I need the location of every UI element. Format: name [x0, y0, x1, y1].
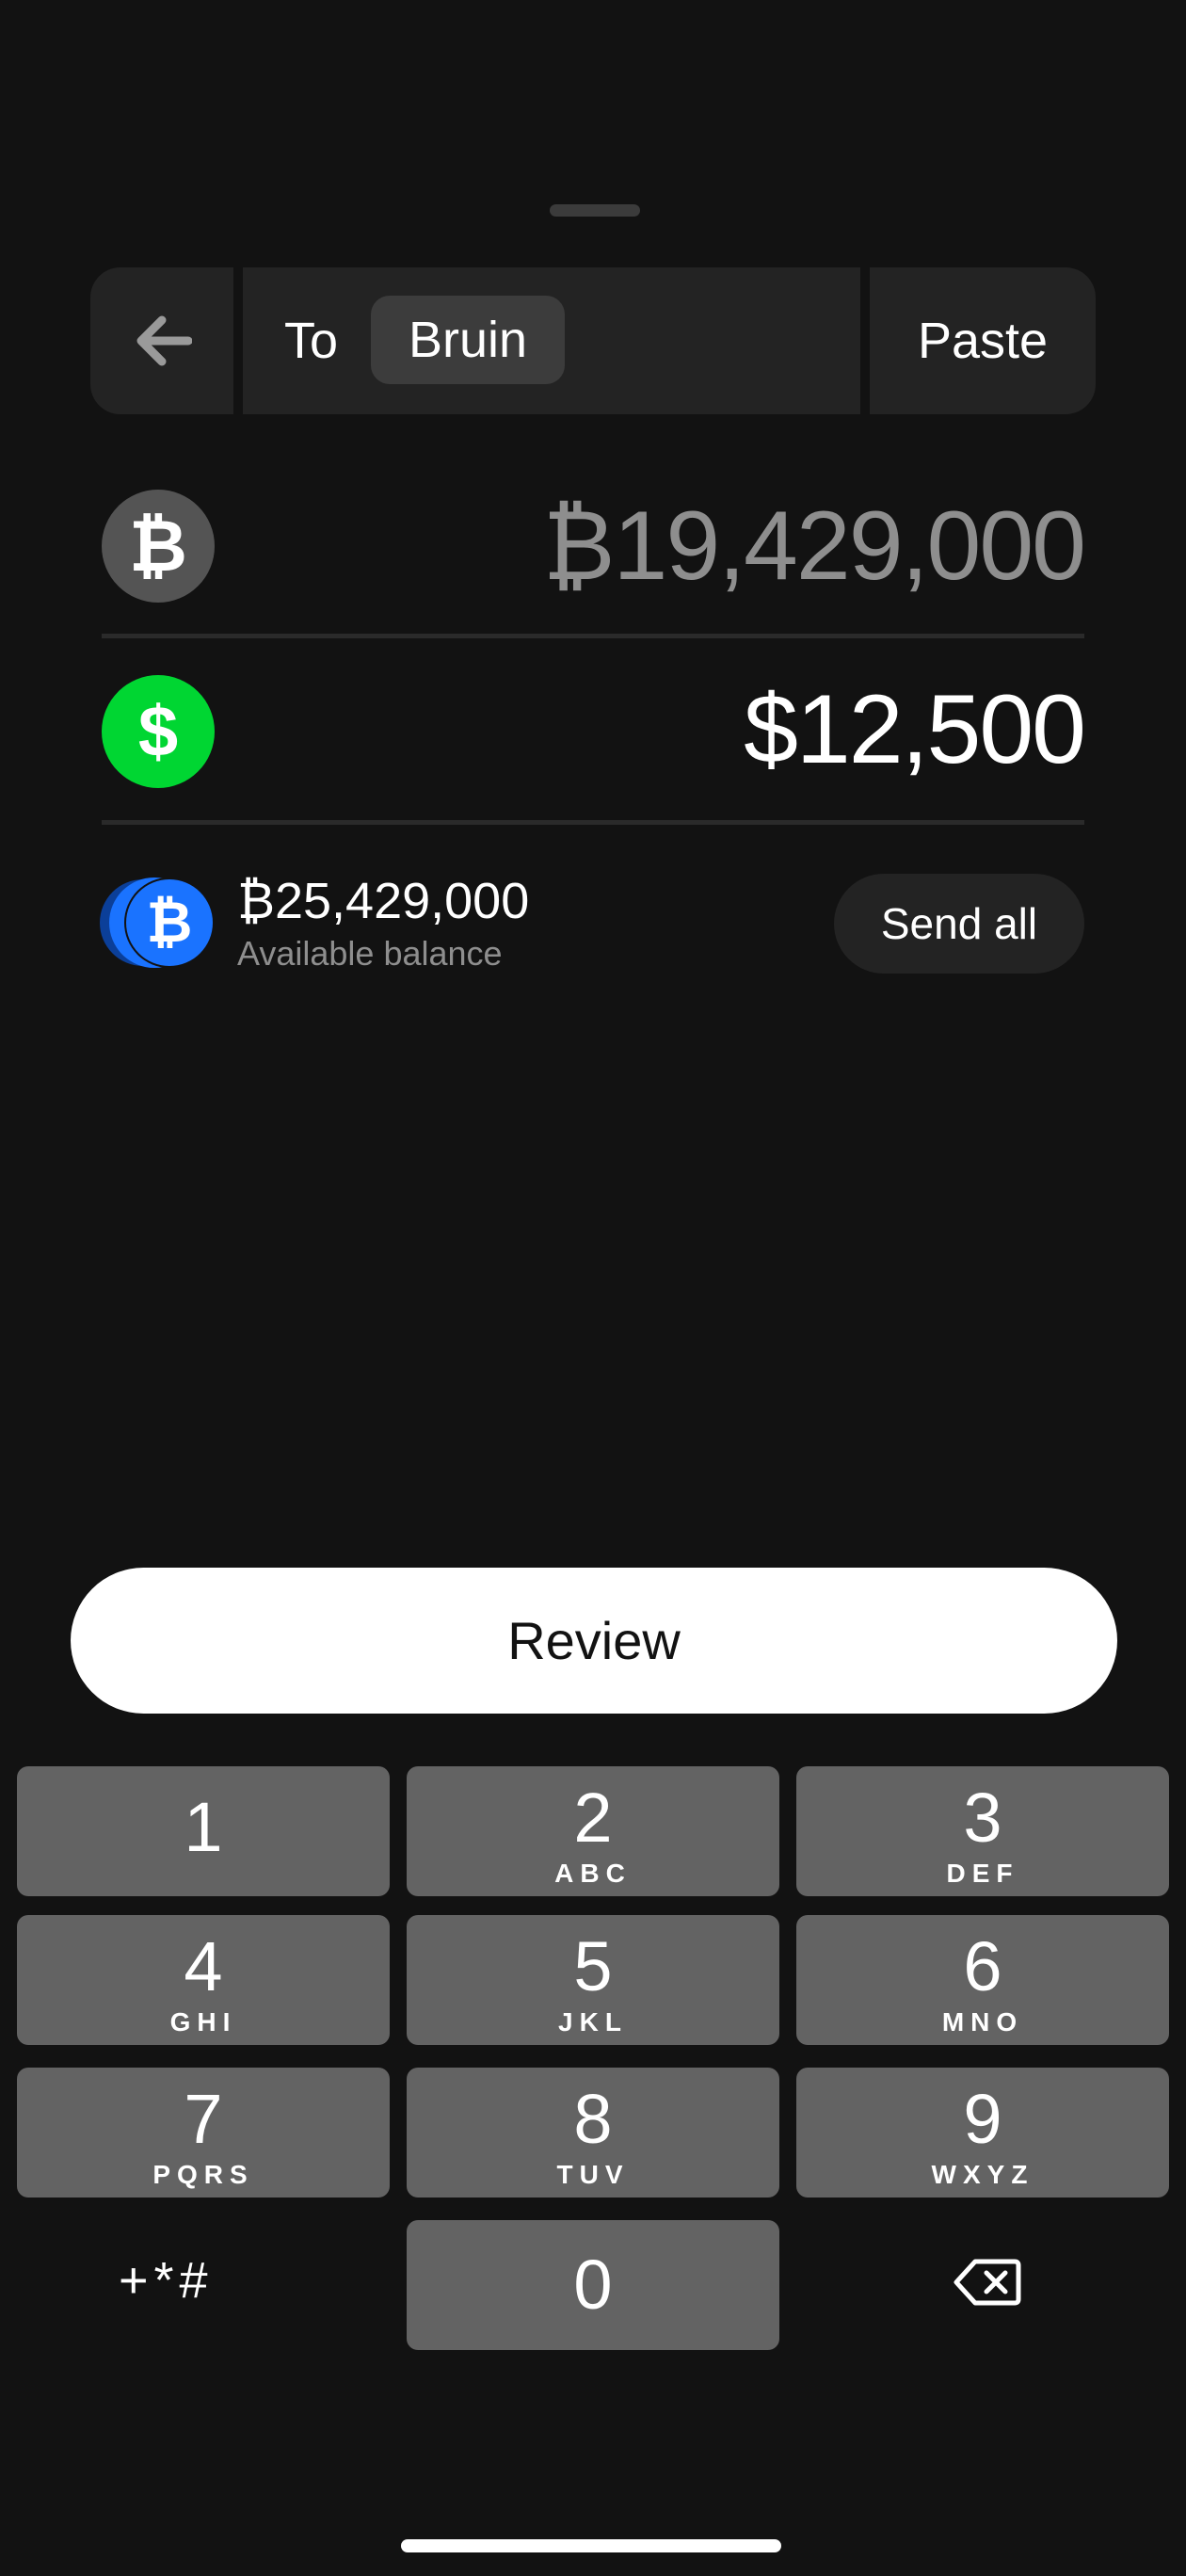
send-all-button[interactable]: Send all	[834, 874, 1084, 974]
bitcoin-symbol: ₿	[147, 891, 193, 954]
key-digit: 6	[963, 1927, 1002, 2005]
to-label: To	[284, 313, 339, 369]
key-4[interactable]: 4 GHI	[17, 1915, 390, 2045]
key-3[interactable]: 3 DEF	[796, 1766, 1169, 1896]
available-balance-amount: ₿25,429,000	[237, 873, 530, 929]
divider	[102, 820, 1084, 825]
symbols-key[interactable]: +*#	[119, 2252, 214, 2309]
arrow-left-icon	[136, 315, 192, 366]
key-digit: 8	[573, 2080, 613, 2158]
key-5[interactable]: 5 JKL	[407, 1915, 779, 2045]
key-0[interactable]: 0	[407, 2220, 779, 2350]
bitcoin-icon: ₿	[102, 490, 215, 603]
dollar-icon: $	[102, 675, 215, 788]
key-digit: 3	[963, 1779, 1002, 1857]
key-letters: MNO	[941, 2007, 1024, 2037]
key-9[interactable]: 9 WXYZ	[796, 2068, 1169, 2198]
key-digit: 1	[184, 1788, 223, 1866]
bitcoin-wallet-icon: ₿	[100, 877, 215, 968]
available-balance-label: Available balance	[237, 934, 503, 973]
btc-amount-row[interactable]: ₿ ₿19,429,000	[102, 488, 1086, 605]
key-digit: 2	[573, 1779, 613, 1857]
key-letters: PQRS	[152, 2160, 254, 2189]
usd-amount: $12,500	[744, 675, 1086, 784]
key-digit: 5	[573, 1927, 613, 2005]
recipient-bar: To Bruin Paste	[90, 267, 1096, 414]
paste-button[interactable]: Paste	[870, 267, 1096, 414]
key-letters: TUV	[556, 2160, 630, 2189]
key-2[interactable]: 2 ABC	[407, 1766, 779, 1896]
dollar-symbol: $	[137, 691, 179, 772]
key-7[interactable]: 7 PQRS	[17, 2068, 390, 2198]
key-letters: JKL	[558, 2007, 628, 2037]
key-1[interactable]: 1	[17, 1766, 390, 1896]
key-letters: DEF	[946, 1859, 1019, 1888]
key-digit: 4	[184, 1927, 223, 2005]
key-letters: ABC	[554, 1859, 632, 1888]
bitcoin-symbol: ₿	[129, 506, 187, 587]
key-letters: WXYZ	[931, 2160, 1034, 2189]
sheet-grabber[interactable]	[550, 204, 640, 217]
key-6[interactable]: 6 MNO	[796, 1915, 1169, 2045]
recipient-field[interactable]: To Bruin	[243, 267, 860, 414]
recipient-chip[interactable]: Bruin	[371, 296, 566, 384]
usd-amount-row[interactable]: $ $12,500	[102, 673, 1086, 791]
backspace-icon[interactable]	[953, 2256, 1022, 2309]
key-digit: 0	[573, 2246, 613, 2324]
review-button[interactable]: Review	[71, 1568, 1117, 1714]
divider	[102, 634, 1084, 638]
home-indicator[interactable]	[401, 2539, 781, 2552]
key-letters: GHI	[169, 2007, 237, 2037]
key-digit: 9	[963, 2080, 1002, 2158]
key-digit: 7	[184, 2080, 223, 2158]
paste-label: Paste	[917, 313, 1049, 369]
btc-amount: ₿19,429,000	[542, 491, 1086, 601]
back-button[interactable]	[90, 267, 233, 414]
key-8[interactable]: 8 TUV	[407, 2068, 779, 2198]
